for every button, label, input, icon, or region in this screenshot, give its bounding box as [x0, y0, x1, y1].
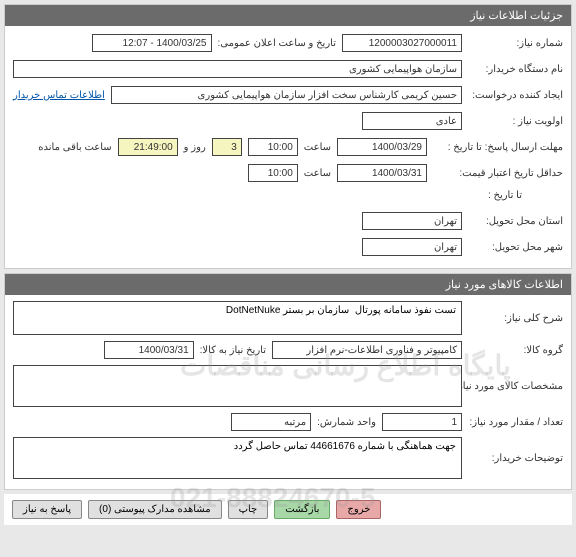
group-field: کامپیوتر و فناوری اطلاعات-نرم افزار	[272, 341, 462, 359]
deliver-city-label: شهر محل تحویل:	[468, 242, 563, 253]
creator-label: ایجاد کننده درخواست:	[468, 90, 563, 101]
unit-label: واحد شمارش:	[317, 417, 376, 428]
day-and-label: روز و	[184, 142, 206, 153]
creator-field: حسین کریمی کارشناس سخت افزار سازمان هواپ…	[111, 86, 462, 104]
goods-info-section: اطلاعات کالاهای مورد نیاز شرح کلی نیاز: …	[4, 273, 572, 490]
min-valid-time-field: 10:00	[248, 164, 298, 182]
time-remain-field: 21:49:00	[118, 138, 178, 156]
resp-deadline-label: مهلت ارسال پاسخ: تا تاریخ :	[433, 142, 563, 153]
respond-button[interactable]: پاسخ به نیاز	[12, 500, 82, 519]
deliver-province-label: استان محل تحویل:	[468, 216, 563, 227]
deliver-city-field: تهران	[362, 238, 462, 256]
buyer-notes-field[interactable]	[13, 437, 462, 479]
back-button[interactable]: بازگشت	[274, 500, 330, 519]
min-valid-label: حداقل تاریخ اعتبار قیمت:	[433, 168, 563, 179]
print-button[interactable]: چاپ	[228, 500, 269, 519]
time-label-2: ساعت	[304, 168, 331, 179]
specs-label: مشخصات کالای مورد نیاز:	[468, 381, 563, 392]
buyer-notes-label: توضیحات خریدار:	[468, 453, 563, 464]
need-details-section: جزئیات اطلاعات نیاز شماره نیاز: 12000030…	[4, 4, 572, 269]
button-bar: پاسخ به نیاز مشاهده مدارک پیوستی (0) چاپ…	[4, 494, 572, 525]
general-desc-label: شرح کلی نیاز:	[468, 313, 563, 324]
pub-time-field: 1400/03/25 - 12:07	[92, 34, 212, 52]
section1-header: جزئیات اطلاعات نیاز	[5, 5, 571, 26]
attachments-button[interactable]: مشاهده مدارک پیوستی (0)	[88, 500, 222, 519]
general-desc-field[interactable]	[13, 301, 462, 335]
buyer-org-field: سازمان هواپیمایی کشوری	[13, 60, 462, 78]
buyer-contact-link[interactable]: اطلاعات تماس خریدار	[13, 90, 105, 101]
need-by-field: 1400/03/31	[104, 341, 194, 359]
qty-field: 1	[382, 413, 462, 431]
time-label-1: ساعت	[304, 142, 331, 153]
deliver-province-field: تهران	[362, 212, 462, 230]
priority-label: اولویت نیاز :	[468, 116, 563, 127]
priority-field: عادی	[362, 112, 462, 130]
resp-until-date-field: 1400/03/29	[337, 138, 427, 156]
days-remain-field: 3	[212, 138, 242, 156]
need-no-field: 1200003027000011	[342, 34, 462, 52]
remain-suffix-label: ساعت باقی مانده	[38, 142, 111, 153]
need-by-label: تاریخ نیاز به کالا:	[200, 345, 266, 356]
exit-button[interactable]: خروج	[336, 500, 381, 519]
buyer-org-label: نام دستگاه خریدار:	[468, 64, 563, 75]
resp-until-time-field: 10:00	[248, 138, 298, 156]
group-label: گروه کالا:	[468, 345, 563, 356]
unit-field: مرتبه	[231, 413, 311, 431]
min-valid-date-field: 1400/03/31	[337, 164, 427, 182]
section2-header: اطلاعات کالاهای مورد نیاز	[5, 274, 571, 295]
qty-label: تعداد / مقدار مورد نیاز:	[468, 417, 563, 428]
until-date-label-2: تا تاریخ :	[488, 190, 522, 201]
need-no-label: شماره نیاز:	[468, 38, 563, 49]
pub-time-label: تاریخ و ساعت اعلان عمومی:	[218, 38, 337, 49]
specs-field[interactable]	[13, 365, 462, 407]
